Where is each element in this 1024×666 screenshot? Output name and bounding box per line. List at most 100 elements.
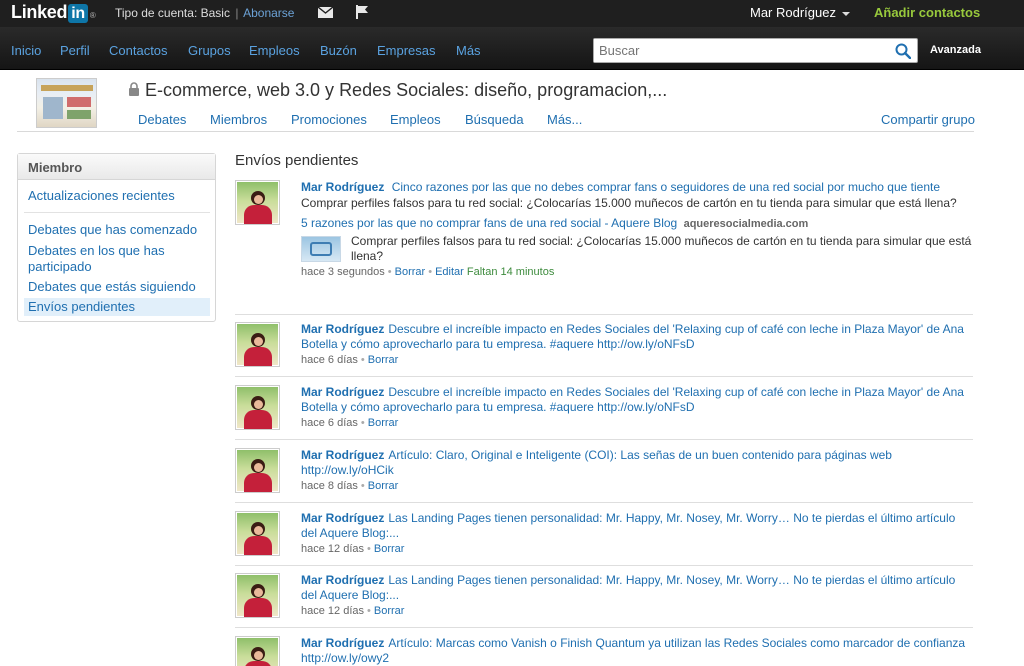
flag-icon[interactable] [355, 5, 369, 19]
post-author[interactable]: Mar Rodríguez [301, 448, 384, 462]
group-tab-empleos[interactable]: Empleos [390, 112, 441, 127]
post-divider [235, 565, 973, 566]
post-meta: hace 12 días • Borrar [301, 543, 405, 555]
group-tab-miembros[interactable]: Miembros [210, 112, 267, 127]
edit-time-remaining: Faltan 14 minutos [466, 266, 555, 278]
nav-item-inicio[interactable]: Inicio [11, 43, 41, 58]
lock-icon [129, 82, 139, 96]
avatar[interactable] [235, 322, 280, 367]
avatar[interactable] [235, 573, 280, 618]
post-meta: hace 6 días • Borrar [301, 354, 399, 366]
post-meta: hace 8 días • Borrar [301, 480, 399, 492]
post-time: hace 6 días [301, 417, 358, 429]
group-tab-mas[interactable]: Más... [547, 112, 582, 127]
logo-in-badge: in [68, 4, 88, 23]
mail-icon[interactable] [318, 7, 333, 18]
header-divider [17, 131, 974, 132]
post-author[interactable]: Mar Rodríguez [301, 385, 384, 399]
account-info: Tipo de cuenta: Basic | Abonarse [115, 6, 294, 20]
shared-link-description: Comprar perfiles falsos para tu red soci… [351, 234, 972, 263]
post-title[interactable]: Artículo: Claro, Original e Inteligente … [301, 448, 892, 477]
post-divider [235, 376, 973, 377]
avatar[interactable] [235, 180, 280, 225]
post-author[interactable]: Mar Rodríguez [301, 636, 384, 650]
post-title[interactable]: Descubre el increíble impacto en Redes S… [301, 385, 964, 414]
nav-item-empleos[interactable]: Empleos [249, 43, 300, 58]
member-sidebar: Miembro Actualizaciones recientes Debate… [17, 153, 216, 322]
sidebar-item-recent-updates[interactable]: Actualizaciones recientes [28, 188, 208, 204]
delete-link[interactable]: Borrar [368, 354, 399, 366]
nav-item-grupos[interactable]: Grupos [188, 43, 231, 58]
shared-link-preview: Comprar perfiles falsos para tu red soci… [301, 234, 973, 264]
group-tab-debates[interactable]: Debates [138, 112, 186, 127]
page-title: Envíos pendientes [235, 152, 359, 169]
post-detail: Comprar perfiles falsos para tu red soci… [301, 196, 957, 210]
post-author[interactable]: Mar Rodríguez [301, 573, 384, 587]
shared-link-domain: aqueresocialmedia.com [683, 218, 809, 230]
top-utility-bar: Linked in ® Tipo de cuenta: Basic | Abonar… [0, 0, 1024, 27]
post-title[interactable]: Las Landing Pages tienen personalidad: M… [301, 573, 955, 602]
upgrade-link[interactable]: Abonarse [243, 6, 294, 20]
post-title[interactable]: Artículo: Marcas como Vanish o Finish Qu… [301, 636, 965, 665]
avatar[interactable] [235, 511, 280, 556]
avatar[interactable] [235, 385, 280, 430]
advanced-search-link[interactable]: Avanzada [930, 44, 981, 56]
search-icon[interactable] [895, 43, 911, 59]
post-divider [235, 439, 973, 440]
delete-link[interactable]: Borrar [368, 480, 399, 492]
post-time: hace 12 días [301, 543, 364, 555]
delete-link[interactable]: Borrar [368, 417, 399, 429]
post-meta: hace 3 segundos • Borrar • Editar Faltan 14 … [301, 266, 555, 278]
post-divider [235, 314, 973, 315]
post-author[interactable]: Mar Rodríguez [301, 322, 384, 336]
post-author[interactable]: Mar Rodríguez [301, 180, 384, 194]
user-name: Mar Rodríguez [750, 5, 836, 20]
post-time: hace 3 segundos [301, 266, 385, 278]
chevron-down-icon [841, 11, 850, 16]
group-tab-busqueda[interactable]: Búsqueda [465, 112, 524, 127]
sidebar-item-pending-submissions[interactable]: Envíos pendientes [24, 298, 210, 316]
sidebar-item-following-discussions[interactable]: Debates que estás siguiendo [28, 279, 208, 295]
post-meta: hace 12 días • Borrar [301, 605, 405, 617]
nav-item-mas[interactable]: Más [456, 43, 481, 58]
link-thumbnail-image[interactable] [301, 236, 341, 262]
edit-link[interactable]: Editar [435, 266, 464, 278]
post-divider [235, 502, 973, 503]
nav-item-buzon[interactable]: Buzón [320, 43, 357, 58]
post-time: hace 8 días [301, 480, 358, 492]
post-time: hace 12 días [301, 605, 364, 617]
avatar[interactable] [235, 636, 280, 666]
search-box [593, 38, 918, 63]
nav-item-perfil[interactable]: Perfil [60, 43, 90, 58]
group-tab-promociones[interactable]: Promociones [291, 112, 367, 127]
delete-link[interactable]: Borrar [374, 605, 405, 617]
account-type: Tipo de cuenta: Basic [115, 6, 230, 20]
sidebar-heading: Miembro [18, 154, 215, 180]
sidebar-item-started-discussions[interactable]: Debates que has comenzado [28, 222, 208, 238]
logo-registered-mark: ® [89, 11, 96, 20]
post-author[interactable]: Mar Rodríguez [301, 511, 384, 525]
nav-item-empresas[interactable]: Empresas [377, 43, 436, 58]
search-input[interactable] [594, 39, 884, 62]
delete-link[interactable]: Borrar [395, 266, 426, 278]
post-divider [235, 627, 973, 628]
user-menu[interactable]: Mar Rodríguez [750, 5, 850, 20]
avatar[interactable] [235, 448, 280, 493]
shared-link-title[interactable]: 5 razones por las que no comprar fans de… [301, 216, 677, 230]
logo-text: Linked [11, 2, 68, 22]
add-contacts-link[interactable]: Añadir contactos [874, 5, 980, 20]
post-title[interactable]: Las Landing Pages tienen personalidad: M… [301, 511, 955, 540]
nav-item-contactos[interactable]: Contactos [109, 43, 168, 58]
account-separator: | [235, 6, 239, 20]
post-meta: hace 6 días • Borrar [301, 417, 399, 429]
main-nav: Inicio Perfil Contactos Grupos Empleos B… [0, 27, 1024, 70]
post-title[interactable]: Cinco razones por las que no debes compr… [392, 180, 940, 194]
post-title[interactable]: Descubre el increíble impacto en Redes S… [301, 322, 964, 351]
share-group-link[interactable]: Compartir grupo [881, 112, 975, 127]
sidebar-item-participated-discussions[interactable]: Debates en los que has participado [28, 243, 208, 275]
group-title[interactable]: E-commerce, web 3.0 y Redes Sociales: di… [145, 80, 667, 101]
group-logo[interactable] [36, 78, 97, 128]
linkedin-logo[interactable]: Linked in ® [11, 2, 96, 23]
delete-link[interactable]: Borrar [374, 543, 405, 555]
post-time: hace 6 días [301, 354, 358, 366]
